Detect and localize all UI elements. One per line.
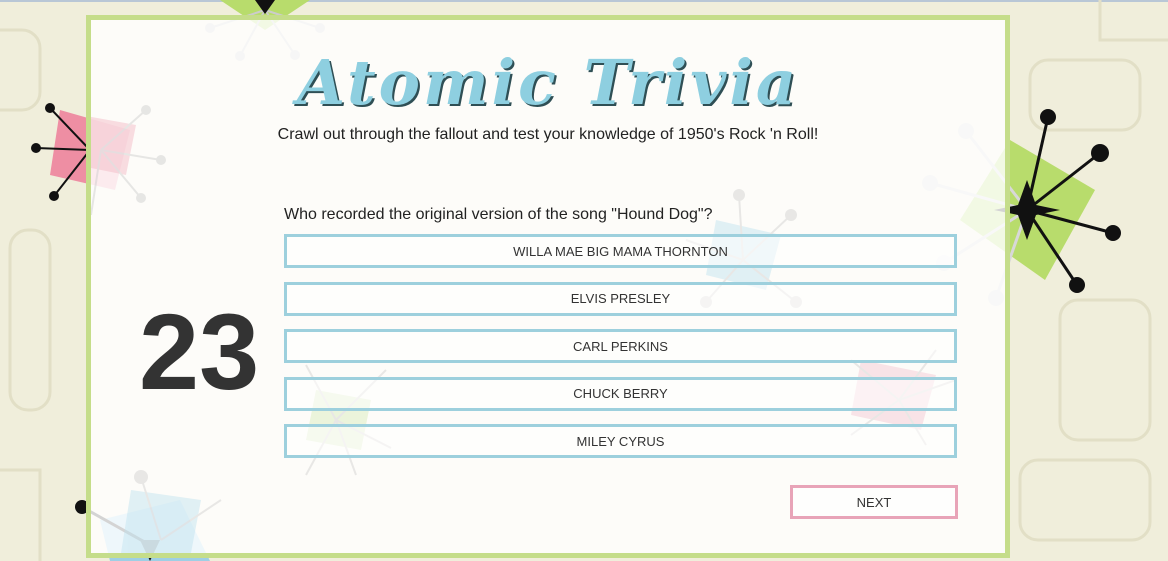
question-text: Who recorded the original version of the… (284, 206, 713, 223)
answer-button[interactable]: WILLA MAE BIG MAMA THORNTON (284, 234, 957, 268)
next-button[interactable]: NEXT (790, 485, 958, 519)
answer-list: WILLA MAE BIG MAMA THORNTON ELVIS PRESLE… (284, 234, 957, 472)
answer-button[interactable]: CHUCK BERRY (284, 376, 957, 411)
answer-button[interactable]: MILEY CYRUS (284, 424, 957, 458)
answer-button[interactable]: ELVIS PRESLEY (284, 281, 957, 316)
countdown-timer: 23 (139, 291, 260, 412)
answer-button[interactable]: CARL PERKINS (284, 329, 957, 363)
app-title: Atomic Trivia (296, 46, 800, 119)
trivia-card: Atomic Trivia Crawl out through the fall… (86, 15, 1010, 558)
app-subtitle: Crawl out through the fallout and test y… (277, 126, 819, 143)
